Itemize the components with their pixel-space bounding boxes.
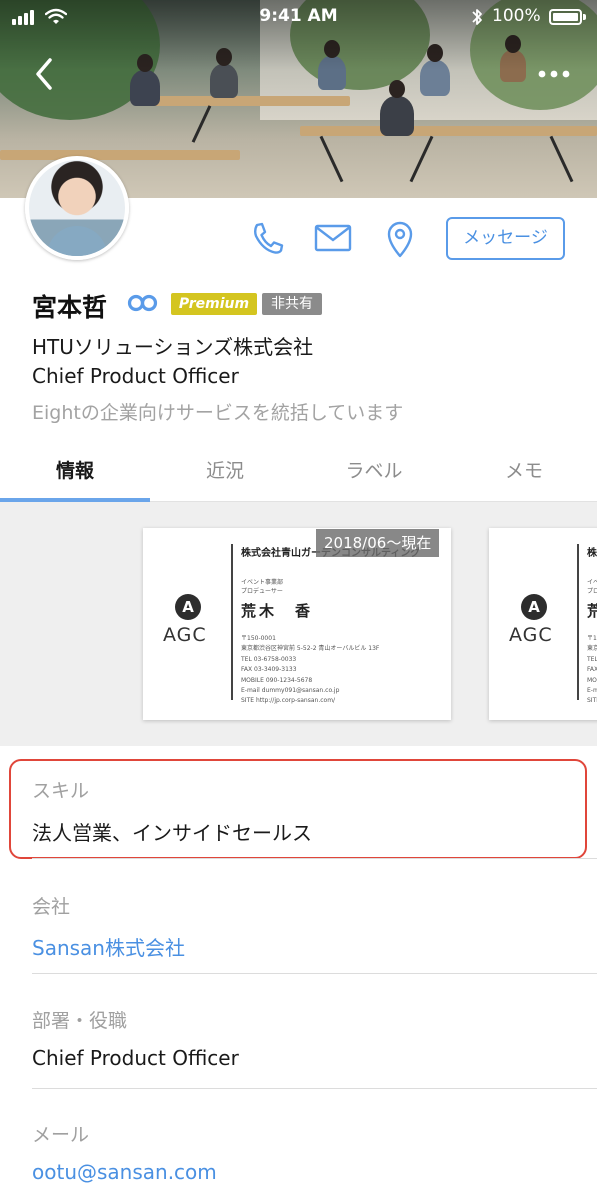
profile-title: Chief Product Officer [32, 364, 239, 388]
skill-highlight-box [9, 759, 587, 859]
dept-value: Chief Product Officer [32, 1046, 239, 1070]
card-address: 〒150-0001 東京都渋谷区神宮前 5-52-2 青山オーバルビル 13F … [241, 635, 380, 705]
tab-memo[interactable]: メモ [449, 444, 597, 502]
profile-company: HTUソリューションズ株式会社 [32, 335, 314, 359]
card-person-name: 荒木 香 [241, 602, 314, 620]
card-address: 〒150-0001 東京都渋谷区神宮前 5-52-2 青山オーバルビル 13F … [587, 635, 597, 705]
company-link[interactable]: Sansan株式会社 [32, 932, 185, 961]
battery-percent: 100% [492, 6, 541, 26]
tab-bar: 情報 近況 ラベル メモ [0, 444, 597, 502]
card-person-name: 荒木 香 [587, 600, 597, 621]
card-logo-text: AGC [509, 624, 553, 646]
premium-badge: Premium [171, 293, 257, 315]
avatar [25, 156, 129, 260]
card-logo-icon: A [175, 594, 201, 620]
mail-link[interactable]: ootu@sansan.com [32, 1160, 217, 1184]
status-bar: 9:41 AM 100% [0, 0, 597, 34]
location-pin-icon[interactable] [380, 216, 420, 260]
card-logo-text: AGC [163, 624, 207, 646]
mail-label: メール [32, 1124, 90, 1146]
battery-icon [549, 9, 586, 25]
message-button[interactable]: メッセージ [446, 217, 565, 260]
company-label: 会社 [32, 896, 71, 918]
connection-link-icon [127, 294, 158, 312]
phone-icon[interactable] [246, 216, 286, 260]
tab-labels[interactable]: ラベル [299, 444, 449, 502]
dept-label: 部署・役職 [32, 1010, 128, 1032]
mail-icon[interactable] [313, 216, 353, 260]
card-date-badge: 2018/06〜現在 [316, 529, 440, 557]
profile-name: 宮本哲 [32, 293, 108, 322]
card-department: イベント事業部 プロデューサー [241, 579, 284, 595]
card-logo-icon: A [521, 594, 547, 620]
tab-info[interactable]: 情報 [0, 444, 150, 502]
more-options-icon[interactable] [534, 64, 574, 84]
back-chevron-icon[interactable] [26, 52, 66, 96]
tab-news[interactable]: 近況 [150, 444, 300, 502]
business-card-carousel[interactable]: A AGC 株式会社青山ガーデンコンサルティング イベント事業部 プロデューサー… [0, 502, 597, 746]
share-status-badge: 非共有 [262, 293, 322, 315]
card-department: イベント事業部 プロデューサー [587, 579, 597, 595]
bluetooth-icon [472, 9, 482, 25]
profile-bio: Eightの企業向けサービスを統括しています [32, 402, 404, 424]
card-company-name: 株式会社青山ガーデンコンサルティング [587, 548, 597, 559]
business-card-next[interactable]: A AGC 株式会社青山ガーデンコンサルティング イベント事業部 プロデューサー… [489, 528, 597, 720]
